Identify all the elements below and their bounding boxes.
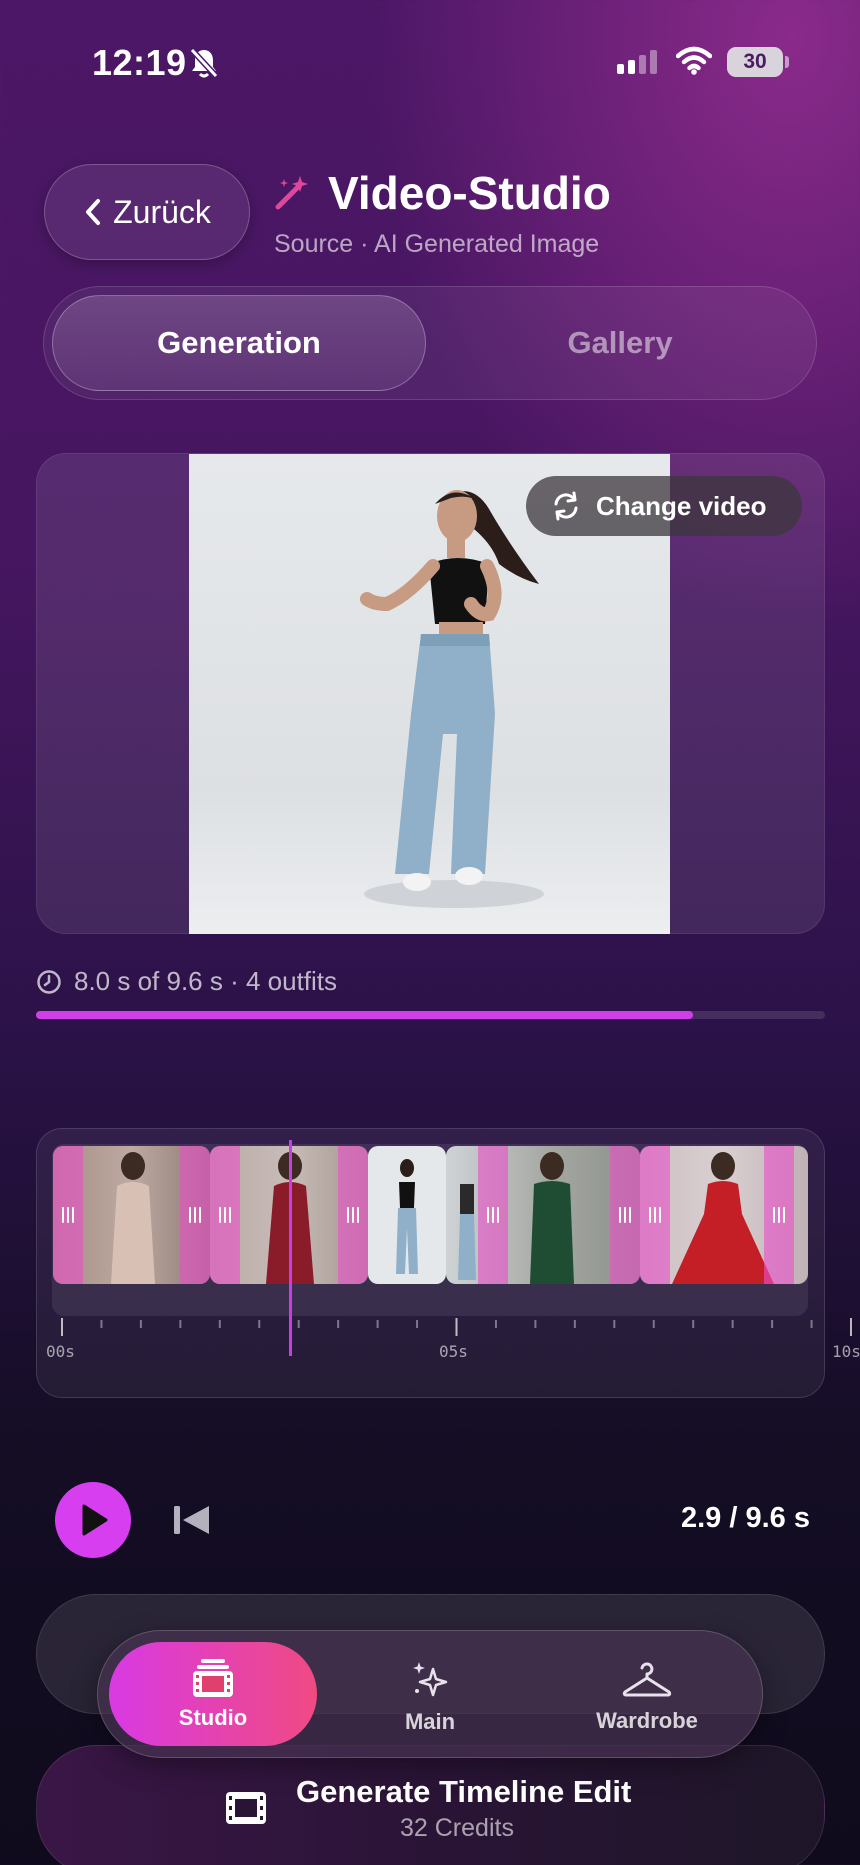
change-video-label: Change video — [596, 490, 767, 521]
trim-handle-right[interactable] — [610, 1146, 640, 1284]
trim-handle-left[interactable] — [478, 1146, 508, 1284]
wifi-icon — [675, 46, 713, 81]
timeline-clip[interactable] — [53, 1146, 210, 1284]
page-subtitle: Source · AI Generated Image — [274, 230, 600, 258]
tab-main-label: Main — [404, 1709, 456, 1734]
header-title-block: Video-Studio Source · AI Generated Image — [272, 166, 611, 259]
tab-studio[interactable]: Studio — [109, 1642, 317, 1746]
status-time: 12:19 — [92, 42, 187, 83]
timer-icon — [37, 969, 61, 994]
trim-handle-right[interactable] — [180, 1146, 210, 1284]
battery-indicator: 30 — [727, 47, 783, 77]
timeline-playhead[interactable] — [289, 1140, 293, 1356]
trim-handle-left[interactable] — [53, 1146, 83, 1284]
film-icon — [224, 1790, 268, 1831]
chevron-left-icon — [86, 199, 101, 225]
duration-progress-fill — [36, 1011, 694, 1019]
magic-wand-icon — [275, 176, 308, 210]
playback-time: 2.9 / 9.6 s — [681, 1502, 810, 1534]
play-button[interactable] — [55, 1482, 131, 1558]
tab-generation[interactable]: Generation — [52, 295, 426, 391]
trim-handle-right[interactable] — [338, 1146, 368, 1284]
tab-main[interactable]: Main — [350, 1652, 510, 1742]
bell-muted-icon — [188, 46, 220, 85]
hanger-icon — [622, 1662, 672, 1697]
cellular-signal-icon — [617, 50, 657, 74]
trim-handle-left[interactable] — [640, 1146, 670, 1284]
duration-text: 8.0 s of 9.6 s · 4 outfits — [74, 966, 338, 996]
timeline-clip[interactable] — [640, 1146, 808, 1284]
skip-back-icon — [174, 1506, 209, 1534]
timeline-clip[interactable] — [368, 1146, 446, 1284]
tab-studio-label: Studio — [178, 1705, 248, 1730]
film-stack-icon — [193, 1659, 233, 1697]
page-title: Video-Studio — [272, 166, 611, 220]
tab-wardrobe-label: Wardrobe — [596, 1708, 698, 1733]
change-video-button[interactable]: Change video — [526, 476, 802, 536]
timeline-clip[interactable] — [446, 1146, 640, 1284]
generate-title: Generate Timeline Edit — [296, 1774, 632, 1809]
tab-wardrobe[interactable]: Wardrobe — [567, 1652, 727, 1742]
generate-credits: 32 Credits — [400, 1814, 514, 1842]
tab-gallery[interactable]: Gallery — [430, 295, 810, 391]
trim-handle-right[interactable] — [764, 1146, 794, 1284]
sparkles-icon — [413, 1662, 448, 1697]
skip-to-start-button[interactable] — [171, 1500, 213, 1545]
tick-label-mid: 05s — [439, 1342, 468, 1361]
trim-handle-left[interactable] — [210, 1146, 240, 1284]
battery-tip — [785, 56, 789, 68]
play-icon — [82, 1504, 108, 1536]
back-button[interactable]: Zurück — [44, 164, 250, 260]
back-label: Zurück — [113, 193, 211, 230]
duration-summary: 8.0 s of 9.6 s · 4 outfits — [36, 966, 337, 997]
tick-label-start: 00s — [46, 1342, 75, 1361]
refresh-icon — [554, 491, 578, 521]
tick-label-end: 10s — [832, 1342, 860, 1361]
title-text: Video-Studio — [328, 167, 611, 219]
